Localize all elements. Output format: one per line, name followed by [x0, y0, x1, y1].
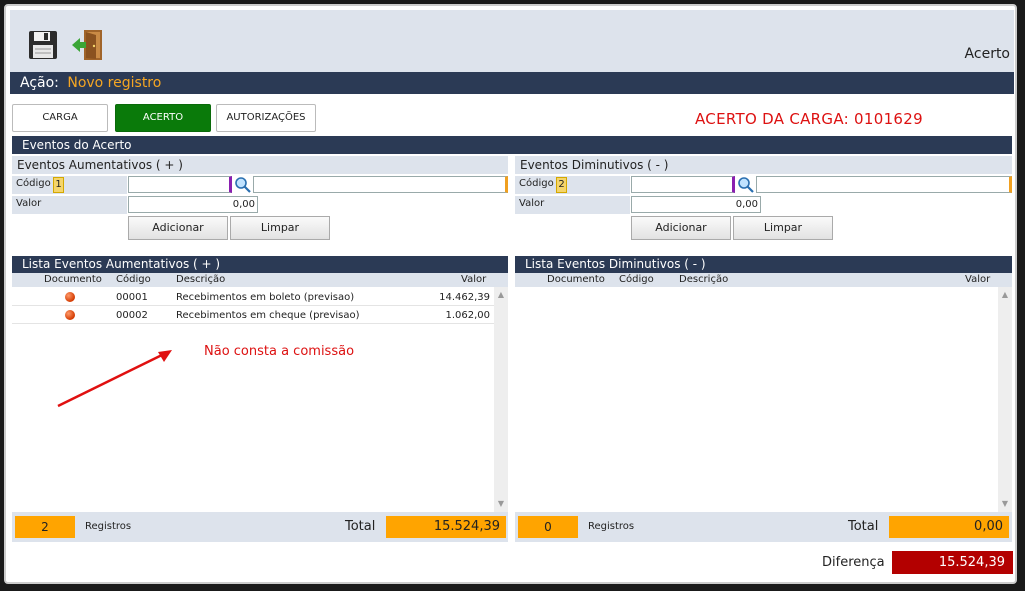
diminutivos-codigo-input[interactable]	[631, 176, 735, 193]
tab-autorizacoes[interactable]: AUTORIZAÇÕES	[216, 104, 316, 132]
diferenca-value: 15.524,39	[892, 551, 1013, 574]
tab-acerto[interactable]: ACERTO	[115, 104, 211, 132]
aumentativos-add-button[interactable]: Adicionar	[128, 216, 228, 240]
registros-count: 0	[518, 516, 578, 538]
row-codigo: 00002	[116, 310, 148, 321]
aumentativos-descricao-input[interactable]	[253, 176, 508, 193]
acerto-heading: ACERTO DA CARGA: 0101629	[695, 110, 923, 128]
annotation-arrow-icon	[57, 350, 172, 408]
diminutivos-valor-input[interactable]: 0,00	[631, 196, 761, 213]
col-valor: Valor	[461, 274, 487, 285]
total-label: Total	[345, 519, 376, 534]
lista-diminutivos-header: Documento Código Descrição Valor	[515, 273, 1012, 287]
valor-label: Valor	[519, 198, 545, 209]
total-value: 0,00	[889, 516, 1009, 538]
lista-diminutivos-body	[515, 287, 998, 512]
diminutivos-title: Eventos Diminutivos ( - )	[515, 156, 1012, 174]
table-row[interactable]: 00002 Recebimentos em cheque (previsao) …	[12, 307, 494, 324]
diferenca-label: Diferença	[822, 555, 885, 570]
col-descricao: Descrição	[176, 274, 226, 285]
scroll-up-icon[interactable]: ▲	[494, 289, 508, 301]
aumentativos-codigo-input[interactable]	[128, 176, 232, 193]
scroll-up-icon[interactable]: ▲	[998, 289, 1012, 301]
col-codigo: Código	[619, 274, 654, 285]
aumentativos-valor-row: Valor	[12, 196, 127, 214]
codigo-badge: 2	[556, 177, 567, 193]
codigo-badge: 1	[53, 177, 64, 193]
aumentativos-clear-button[interactable]: Limpar	[230, 216, 330, 240]
col-documento: Documento	[547, 274, 605, 285]
main-window: Acerto Ação: Novo registro CARGA ACERTO …	[4, 4, 1017, 584]
lista-diminutivos-footer: 0 Registros Total 0,00	[515, 512, 1012, 542]
codigo-label: Código	[519, 178, 554, 189]
row-descricao: Recebimentos em cheque (previsao)	[176, 310, 360, 321]
diminutivos-codigo-row: Código 2	[515, 176, 630, 194]
aumentativos-valor-input[interactable]: 0,00	[128, 196, 258, 213]
lista-aumentativos-scrollbar[interactable]: ▲ ▼	[494, 287, 508, 512]
diminutivos-valor-row: Valor	[515, 196, 630, 214]
action-label: Ação:	[20, 75, 59, 91]
registros-label: Registros	[85, 521, 132, 532]
section-eventos-acerto: Eventos do Acerto	[12, 136, 1012, 154]
status-dot-icon	[65, 310, 75, 320]
lista-aumentativos-title: Lista Eventos Aumentativos ( + )	[12, 256, 508, 273]
registros-count: 2	[15, 516, 75, 538]
scroll-down-icon[interactable]: ▼	[998, 498, 1012, 510]
page-title: Acerto	[964, 46, 1010, 62]
row-codigo: 00001	[116, 292, 148, 303]
diminutivos-add-button[interactable]: Adicionar	[631, 216, 731, 240]
search-icon[interactable]	[737, 176, 755, 193]
col-descricao: Descrição	[679, 274, 729, 285]
diminutivos-descricao-input[interactable]	[756, 176, 1012, 193]
status-dot-icon	[65, 292, 75, 302]
table-row[interactable]: 00001 Recebimentos em boleto (previsao) …	[12, 289, 494, 306]
lista-diminutivos-scrollbar[interactable]: ▲ ▼	[998, 287, 1012, 512]
aumentativos-codigo-row: Código 1	[12, 176, 127, 194]
col-valor: Valor	[965, 274, 991, 285]
exit-door-icon[interactable]	[70, 28, 104, 62]
scroll-down-icon[interactable]: ▼	[494, 498, 508, 510]
annotation-text: Não consta a comissão	[204, 344, 355, 359]
row-descricao: Recebimentos em boleto (previsao)	[176, 292, 355, 303]
search-icon[interactable]	[234, 176, 252, 193]
aumentativos-title: Eventos Aumentativos ( + )	[12, 156, 508, 174]
action-value: Novo registro	[67, 75, 162, 91]
row-valor: 1.062,00	[445, 310, 490, 321]
col-documento: Documento	[44, 274, 102, 285]
toolbar: Acerto	[10, 10, 1014, 72]
codigo-label: Código	[16, 178, 51, 189]
lista-aumentativos-footer: 2 Registros Total 15.524,39	[12, 512, 508, 542]
diminutivos-clear-button[interactable]: Limpar	[733, 216, 833, 240]
registros-label: Registros	[588, 521, 635, 532]
total-label: Total	[848, 519, 879, 534]
lista-aumentativos-header: Documento Código Descrição Valor	[12, 273, 508, 287]
floppy-disk-icon[interactable]	[28, 30, 58, 60]
valor-label: Valor	[16, 198, 42, 209]
action-bar: Ação: Novo registro	[10, 72, 1014, 94]
row-valor: 14.462,39	[439, 292, 490, 303]
total-value: 15.524,39	[386, 516, 506, 538]
lista-diminutivos-title: Lista Eventos Diminutivos ( - )	[515, 256, 1012, 273]
tab-carga[interactable]: CARGA	[12, 104, 108, 132]
col-codigo: Código	[116, 274, 151, 285]
